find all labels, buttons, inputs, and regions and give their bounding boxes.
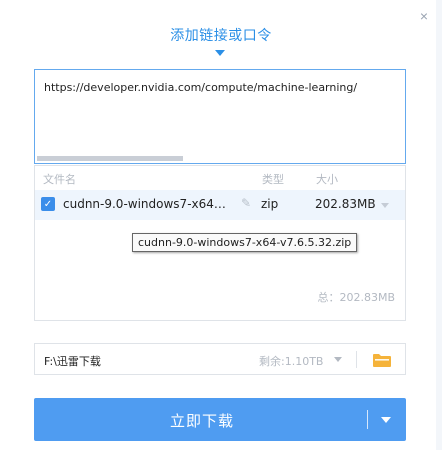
column-header-type: 类型 (262, 173, 284, 186)
title-caret-icon (215, 50, 225, 56)
file-name: cudnn-9.0-windows7-x64… (63, 197, 226, 211)
size-dropdown-icon[interactable] (381, 203, 389, 208)
column-header-name: 文件名 (43, 173, 76, 186)
horizontal-scrollbar[interactable] (37, 156, 183, 161)
url-input-value: https://developer.nvidia.com/compute/mac… (44, 81, 358, 94)
path-dropdown-icon[interactable] (334, 357, 342, 362)
download-now-button[interactable]: 立即下载 (34, 398, 406, 441)
file-list: 文件名 类型 大小 ✓ cudnn-9.0-windows7-x64… ✎ zi… (34, 165, 406, 321)
save-path-field[interactable]: F:\迅雷下载 剩余:1.10TB (34, 343, 406, 375)
file-size: 202.83MB (315, 197, 376, 211)
download-now-label: 立即下载 (169, 412, 234, 430)
divider (356, 351, 357, 368)
free-space-label: 剩余:1.10TB (259, 355, 324, 368)
url-input[interactable]: https://developer.nvidia.com/compute/mac… (34, 69, 406, 164)
column-header-size: 大小 (316, 173, 338, 186)
download-options-chevron-icon[interactable] (381, 417, 391, 423)
dialog-title[interactable]: 添加链接或口令 (0, 25, 442, 45)
file-type: zip (261, 197, 279, 211)
file-checkbox[interactable]: ✓ (41, 197, 55, 211)
folder-icon[interactable] (372, 352, 392, 368)
filename-tooltip: cudnn-9.0-windows7-x64-v7.6.5.32.zip (132, 233, 358, 252)
save-path-value: F:\迅雷下载 (44, 355, 101, 368)
button-divider (367, 410, 368, 429)
total-size: 总：202.83MB (317, 291, 395, 304)
close-icon[interactable]: × (416, 8, 432, 24)
background-window-edge (436, 0, 442, 450)
file-row[interactable]: ✓ cudnn-9.0-windows7-x64… ✎ zip 202.83MB (35, 190, 405, 220)
rename-pencil-icon[interactable]: ✎ (241, 196, 251, 210)
